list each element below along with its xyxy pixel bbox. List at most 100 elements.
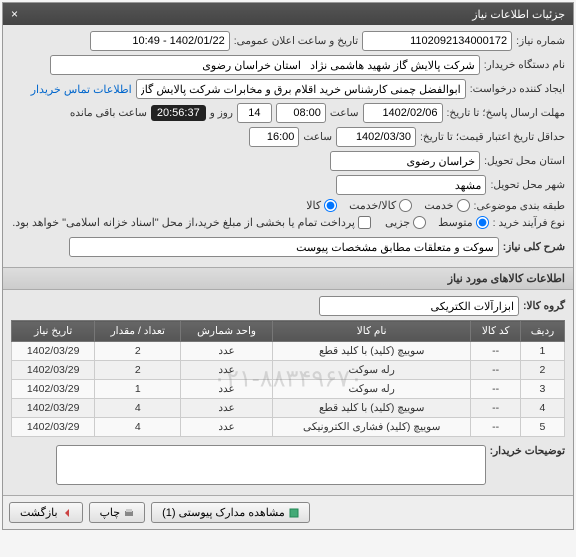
group-label: گروه کالا: — [523, 300, 565, 312]
table-cell: -- — [471, 342, 521, 361]
table-cell: عدد — [181, 361, 273, 380]
validity-label: حداقل تاریخ اعتبار قیمت؛ تا تاریخ: — [420, 131, 565, 143]
table-cell: سوییچ (کلید) با کلید قطع — [273, 399, 471, 418]
footer-bar: مشاهده مدارک پیوستی (1) چاپ بازگشت — [3, 495, 573, 529]
attachments-button[interactable]: مشاهده مدارک پیوستی (1) — [151, 502, 310, 523]
table-cell: سوییچ (کلید) فشاری الکترونیکی — [273, 418, 471, 437]
radio-goods-service[interactable] — [399, 199, 412, 212]
province-field[interactable] — [330, 151, 480, 171]
table-cell: 4 — [95, 399, 181, 418]
panel-title: جزئیات اطلاعات نیاز — [472, 8, 565, 21]
desc-label: شرح کلی نیاز: — [503, 241, 565, 253]
time-label-2: ساعت — [303, 131, 332, 143]
table-cell: 1402/03/29 — [12, 418, 95, 437]
radio-goods[interactable] — [324, 199, 337, 212]
announce-field[interactable] — [90, 31, 230, 51]
announce-label: تاریخ و ساعت اعلان عمومی: — [234, 35, 358, 47]
table-cell: -- — [471, 399, 521, 418]
table-cell: 2 — [95, 342, 181, 361]
validity-date-field[interactable] — [336, 127, 416, 147]
creator-field[interactable] — [136, 79, 466, 99]
table-cell: عدد — [181, 342, 273, 361]
radio-service-label: خدمت — [424, 199, 453, 212]
radio-service[interactable] — [457, 199, 470, 212]
countdown-timer: 20:56:37 — [151, 105, 206, 121]
city-field[interactable] — [336, 175, 486, 195]
contact-link[interactable]: اطلاعات تماس خریدار — [31, 83, 132, 96]
deadline-date-field[interactable] — [363, 103, 443, 123]
remaining-label: ساعت باقی مانده — [70, 107, 147, 119]
table-cell: 1402/03/29 — [12, 380, 95, 399]
table-cell: 1402/03/29 — [12, 399, 95, 418]
deadline-time-field[interactable] — [276, 103, 326, 123]
panel-header: جزئیات اطلاعات نیاز × — [3, 3, 573, 25]
category-radio-group: خدمت کالا/خدمت کالا — [306, 199, 469, 212]
validity-time-field[interactable] — [249, 127, 299, 147]
table-cell: 2 — [95, 361, 181, 380]
table-cell: 3 — [520, 380, 564, 399]
buyer-notes-label: توضیحات خریدار: — [490, 445, 565, 457]
table-cell: 1402/03/29 — [12, 342, 95, 361]
process-label: نوع فرآیند خرید : — [493, 217, 565, 229]
items-table-wrapper: ۰۲۱-۸۸۳۴۹۶۷۰ ردیف کد کالا نام کالا واحد … — [11, 320, 565, 437]
table-cell: رله سوکت — [273, 361, 471, 380]
table-cell: -- — [471, 418, 521, 437]
back-icon — [62, 508, 72, 518]
table-cell: سوییچ (کلید) با کلید قطع — [273, 342, 471, 361]
province-label: استان محل تحویل: — [484, 155, 565, 167]
deadline-label: مهلت ارسال پاسخ؛ تا تاریخ: — [447, 107, 566, 119]
table-cell: عدد — [181, 418, 273, 437]
items-table: ردیف کد کالا نام کالا واحد شمارش تعداد /… — [11, 320, 565, 437]
col-date: تاریخ نیاز — [12, 321, 95, 342]
print-button[interactable]: چاپ — [89, 502, 146, 523]
col-qty: تعداد / مقدار — [95, 321, 181, 342]
city-label: شهر محل تحویل: — [490, 179, 565, 191]
need-number-field[interactable] — [362, 31, 512, 51]
items-section-title: اطلاعات کالاهای مورد نیاز — [3, 267, 573, 290]
buyer-notes-field[interactable] — [56, 445, 486, 485]
need-number-label: شماره نیاز: — [516, 35, 565, 47]
group-field[interactable] — [319, 296, 519, 316]
buyer-field[interactable] — [50, 55, 480, 75]
attachment-icon — [289, 508, 299, 518]
table-cell: 4 — [520, 399, 564, 418]
table-cell: 1402/03/29 — [12, 361, 95, 380]
radio-medium-label: متوسط — [438, 216, 473, 229]
treasury-label: پرداخت تمام یا بخشی از مبلغ خرید،از محل … — [12, 216, 355, 229]
print-icon — [124, 508, 134, 518]
back-button[interactable]: بازگشت — [9, 502, 83, 523]
radio-goods-service-label: کالا/خدمت — [349, 199, 396, 212]
buyer-label: نام دستگاه خریدار: — [484, 59, 565, 71]
table-cell: 1 — [520, 342, 564, 361]
table-cell: عدد — [181, 380, 273, 399]
table-cell: -- — [471, 380, 521, 399]
back-label: بازگشت — [20, 506, 58, 519]
category-label: طبقه بندی موضوعی: — [474, 200, 565, 212]
radio-goods-label: کالا — [306, 199, 321, 212]
process-radio-group: متوسط جزیی — [385, 216, 489, 229]
radio-small-label: جزیی — [385, 216, 410, 229]
table-row: 4--سوییچ (کلید) با کلید قطععدد41402/03/2… — [12, 399, 565, 418]
radio-medium[interactable] — [476, 216, 489, 229]
table-cell: 5 — [520, 418, 564, 437]
table-cell: رله سوکت — [273, 380, 471, 399]
close-button[interactable]: × — [11, 7, 18, 21]
print-label: چاپ — [100, 506, 121, 519]
panel-body: شماره نیاز: تاریخ و ساعت اعلان عمومی: نا… — [3, 25, 573, 267]
col-name: نام کالا — [273, 321, 471, 342]
table-cell: 2 — [520, 361, 564, 380]
desc-field[interactable] — [69, 237, 499, 257]
table-cell: 1 — [95, 380, 181, 399]
table-cell: عدد — [181, 399, 273, 418]
col-code: کد کالا — [471, 321, 521, 342]
table-cell: -- — [471, 361, 521, 380]
days-field[interactable] — [237, 103, 272, 123]
treasury-checkbox[interactable] — [358, 216, 371, 229]
col-row: ردیف — [520, 321, 564, 342]
table-row: 5--سوییچ (کلید) فشاری الکترونیکیعدد41402… — [12, 418, 565, 437]
days-label: روز و — [210, 107, 233, 119]
time-label-1: ساعت — [330, 107, 359, 119]
radio-small[interactable] — [413, 216, 426, 229]
table-row: 2--رله سوکتعدد21402/03/29 — [12, 361, 565, 380]
table-cell: 4 — [95, 418, 181, 437]
